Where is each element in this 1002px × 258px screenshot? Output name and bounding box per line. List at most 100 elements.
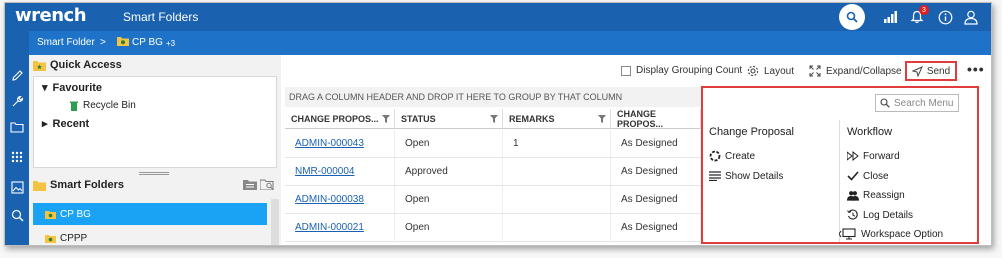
gear-icon [747, 65, 759, 77]
menu-item-label: Close [863, 170, 889, 182]
pencil-icon[interactable] [7, 65, 27, 85]
notification-bell-icon[interactable]: 3 [907, 5, 929, 27]
caret-down-icon[interactable]: ▾ [42, 81, 48, 94]
grouping-count-checkbox[interactable] [621, 65, 631, 76]
display-grouping-count-toggle[interactable]: Display Grouping Count [621, 65, 742, 76]
tree-node-favourite[interactable]: ▾ Favourite [42, 81, 102, 95]
apps-grid-icon[interactable] [7, 147, 27, 167]
menu-item-create[interactable]: Create [709, 150, 755, 162]
breadcrumb-current[interactable]: CP BG [132, 37, 163, 48]
grid-cell-id[interactable]: NMR-000004 [285, 158, 395, 186]
menu-item-label: Log Details [863, 209, 914, 221]
layout-button[interactable]: Layout [747, 65, 794, 77]
data-grid: DRAG A COLUMN HEADER AND DROP IT HERE TO… [285, 87, 701, 245]
menu-item-label: Show Details [725, 170, 784, 182]
grid-cell-id[interactable]: ADMIN-000038 [285, 186, 395, 214]
group-drop-zone[interactable]: DRAG A COLUMN HEADER AND DROP IT HERE TO… [285, 87, 701, 107]
grid-cell-status: Approved [395, 158, 503, 186]
menu-item-label: Workspace Option [861, 228, 944, 240]
grid-cell-remarks [503, 158, 611, 186]
create-icon [709, 150, 721, 162]
quick-access-tree: ▾ Favourite Recycle Bin ▸ Recent [33, 76, 277, 168]
checkmark-icon [847, 170, 859, 182]
folder-star-icon [45, 234, 56, 243]
grid-cell-remarks [503, 214, 611, 242]
top-bar: wrench Smart Folders 3 [5, 3, 991, 31]
wrench-icon[interactable] [7, 91, 27, 111]
folder-star-icon [117, 36, 129, 49]
column-header-label: STATUS [401, 113, 436, 124]
send-plane-icon [911, 65, 923, 77]
more-options-icon[interactable]: ••• [967, 61, 985, 77]
grid-cell-id[interactable]: ADMIN-000043 [285, 130, 395, 158]
tree-node-label: Recycle Bin [83, 100, 136, 111]
column-header-remarks[interactable]: REMARKS [503, 109, 611, 129]
tree-node-label: Recent [52, 117, 90, 130]
column-header-label: REMARKS [509, 113, 555, 124]
user-profile-icon[interactable] [961, 7, 981, 27]
grid-cell-status: Open [395, 186, 503, 214]
breadcrumb-suffix: +3 [166, 39, 176, 48]
column-header-status[interactable]: STATUS [395, 109, 503, 129]
search-icon[interactable] [839, 4, 865, 30]
expand-collapse-button[interactable]: Expand/Collapse [809, 65, 902, 77]
workspace-monitor-icon [839, 228, 857, 240]
menu-item-close[interactable]: Close [847, 170, 889, 182]
column-header-change-proposal-2[interactable]: CHANGE PROPOS... [611, 109, 701, 129]
menu-section-change-proposal: Change Proposal [709, 126, 795, 138]
folder-icon[interactable] [7, 117, 27, 137]
signal-bars-icon[interactable] [881, 7, 901, 27]
quick-access-title: Quick Access [50, 59, 122, 71]
menu-item-label: Create [725, 150, 756, 162]
grid-cell-proposal: As Designed [611, 214, 701, 242]
menu-search-placeholder: Search Menu [894, 97, 954, 109]
menu-item-workspace-option[interactable]: Workspace Option [839, 228, 943, 240]
folder-icon [33, 180, 46, 191]
menu-item-log-details[interactable]: Log Details [847, 209, 913, 221]
app-logo: wrench [15, 5, 87, 26]
info-icon[interactable] [935, 7, 955, 27]
search-icon [880, 98, 890, 108]
recycle-bin-icon [70, 101, 78, 111]
caret-right-icon[interactable]: ▸ [42, 117, 48, 130]
expand-collapse-label: Expand/Collapse [826, 65, 902, 77]
app-window: wrench Smart Folders 3 » Smart Folder > … [4, 2, 992, 246]
filter-icon[interactable] [382, 115, 390, 123]
send-menu: Search Menu Change Proposal Workflow Cre… [701, 86, 979, 244]
menu-divider [839, 120, 840, 242]
scrollbar[interactable] [271, 199, 279, 245]
menu-item-reassign[interactable]: Reassign [847, 189, 905, 201]
grid-cell-id[interactable]: ADMIN-000021 [285, 214, 395, 242]
grouping-count-label: Display Grouping Count [636, 65, 743, 76]
search-rail-icon[interactable] [7, 205, 27, 225]
tree-node-recent[interactable]: ▸ Recent [42, 117, 90, 131]
filter-icon[interactable] [598, 115, 606, 123]
smart-folder-label: CPPP [60, 232, 88, 244]
grid-cell-remarks: 1 [503, 130, 611, 158]
folder-list-icon[interactable] [243, 179, 257, 190]
send-button[interactable]: Send [905, 61, 957, 81]
filter-icon[interactable] [490, 115, 498, 123]
layout-label: Layout [764, 65, 795, 77]
expand-arrows-icon [809, 65, 821, 77]
left-panel: Quick Access ▾ Favourite Recycle Bin ▸ R… [29, 55, 281, 245]
quick-access-header: Quick Access [33, 59, 122, 71]
smart-folder-item[interactable]: CP BG [33, 203, 267, 225]
column-header-change-proposal[interactable]: CHANGE PROPOS... [285, 109, 395, 129]
page-title: Smart Folders [123, 10, 199, 24]
menu-search-input[interactable]: Search Menu [875, 94, 959, 112]
grid-cell-status: Open [395, 130, 503, 158]
smart-folders-title: Smart Folders [50, 179, 124, 191]
folder-search-icon[interactable] [260, 179, 276, 190]
resize-handle[interactable] [139, 172, 169, 175]
tree-node-recycle-bin[interactable]: Recycle Bin [70, 100, 136, 111]
list-details-icon [709, 170, 721, 182]
breadcrumb-smart-folder[interactable]: Smart Folder [37, 37, 95, 48]
image-gallery-icon[interactable] [7, 177, 27, 197]
menu-item-label: Forward [863, 150, 900, 162]
menu-item-show-details[interactable]: Show Details [709, 170, 783, 182]
menu-item-forward[interactable]: Forward [847, 150, 900, 162]
left-rail [5, 31, 29, 245]
send-label: Send [926, 65, 951, 77]
smart-folder-item[interactable]: CPPP [33, 227, 267, 245]
